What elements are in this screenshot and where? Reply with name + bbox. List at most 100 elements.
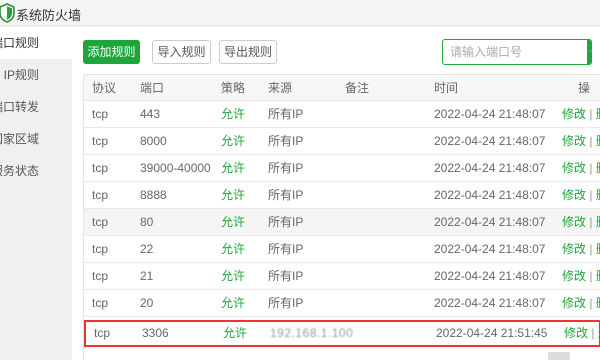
cell-source: 所有IP xyxy=(268,134,304,148)
sidebar-item-port-forward[interactable]: 端口转发 xyxy=(0,91,72,123)
cell-port: 22 xyxy=(140,242,154,256)
cell-port: 20 xyxy=(140,296,154,310)
add-rule-button[interactable]: 添加规则 xyxy=(83,40,140,64)
title-bar: 系统防火墙 xyxy=(0,0,600,26)
header-protocol: 协议 xyxy=(92,81,117,95)
delete-link[interactable]: 删 xyxy=(596,269,600,283)
cell-policy: 允许 xyxy=(221,215,246,229)
cell-source-redacted: 192.168.1.100 xyxy=(270,326,354,340)
edit-link[interactable]: 修改 xyxy=(562,134,586,148)
cell-protocol: tcp xyxy=(92,242,109,256)
edit-link[interactable]: 修改 xyxy=(564,326,588,340)
ops-separator: | xyxy=(589,296,593,310)
cell-time: 2022-04-24 21:48:07 xyxy=(434,242,546,256)
cell-port: 8888 xyxy=(140,188,167,202)
header-operations: 操 xyxy=(578,81,591,95)
cell-protocol: tcp xyxy=(92,296,109,310)
cell-operations: 修改 | 删 xyxy=(562,128,600,155)
sidebar-item-service-status[interactable]: 服务状态 xyxy=(0,155,72,187)
cell-time: 2022-04-24 21:48:07 xyxy=(434,215,546,229)
rules-table: 协议 端口 策略 来源 备注 时间 操 tcp 443 允许 所有IP 2022… xyxy=(83,74,600,360)
export-rules-button[interactable]: 导出规则 xyxy=(219,40,277,64)
cell-protocol: tcp xyxy=(92,107,109,121)
cell-operations: 修改 | 删 xyxy=(562,155,600,182)
table-header: 协议 端口 策略 来源 备注 时间 操 xyxy=(84,75,600,101)
table-row: tcp 22 允许 所有IP 2022-04-24 21:48:07 修改 | … xyxy=(84,236,600,263)
search-icon xyxy=(590,49,591,53)
cell-protocol: tcp xyxy=(92,188,109,202)
cell-port: 8000 xyxy=(140,134,167,148)
edit-link[interactable]: 修改 xyxy=(562,242,586,256)
edit-link[interactable]: 修改 xyxy=(562,296,586,310)
cell-policy: 允许 xyxy=(221,269,246,283)
cell-port: 21 xyxy=(140,269,154,283)
edit-link[interactable]: 修改 xyxy=(562,107,586,121)
delete-link[interactable]: 删 xyxy=(596,188,600,202)
cell-source: 所有IP xyxy=(268,215,304,229)
delete-link[interactable]: 删 xyxy=(596,215,600,229)
table-row: tcp 443 允许 所有IP 2022-04-24 21:48:07 修改 |… xyxy=(84,101,600,128)
cell-time: 2022-04-24 21:48:07 xyxy=(434,269,546,283)
cell-time: 2022-04-24 21:48:07 xyxy=(434,188,546,202)
sidebar-item-port-rules[interactable]: 端口规则 xyxy=(0,27,72,59)
shield-icon xyxy=(0,3,15,23)
cell-source: 所有IP xyxy=(268,269,304,283)
cell-port: 3306 xyxy=(142,326,169,340)
cell-source: 所有IP xyxy=(268,161,304,175)
cell-policy: 允许 xyxy=(223,326,248,340)
edit-link[interactable]: 修改 xyxy=(562,161,586,175)
cell-policy: 允许 xyxy=(221,242,246,256)
main-panel: 添加规则 导入规则 导出规则 协议 端口 策略 来源 备注 时间 操 tcp 4… xyxy=(72,27,600,360)
cell-protocol: tcp xyxy=(92,215,109,229)
table-row-highlighted: tcp 3306 允许 192.168.1.100 2022-04-24 21:… xyxy=(84,320,600,347)
cell-protocol: tcp xyxy=(92,161,109,175)
search-box xyxy=(442,39,592,65)
header-note: 备注 xyxy=(345,81,370,95)
search-button[interactable] xyxy=(587,40,591,64)
cell-time: 2022-04-24 21:51:45 xyxy=(436,326,548,340)
cell-operations: 修改 | 删 xyxy=(562,209,600,236)
sidebar-item-label: 端口转发 xyxy=(0,100,39,114)
cell-source: 所有IP xyxy=(268,188,304,202)
edit-link[interactable]: 修改 xyxy=(562,215,586,229)
cell-time: 2022-04-24 21:48:07 xyxy=(434,134,546,148)
cell-operations: 修改 | 删 xyxy=(564,322,600,345)
table-row: tcp 20 允许 所有IP 2022-04-24 21:48:07 修改 | … xyxy=(84,290,600,317)
cell-policy: 允许 xyxy=(221,161,246,175)
ops-separator: | xyxy=(589,188,593,202)
cell-policy: 允许 xyxy=(221,188,246,202)
cell-policy: 允许 xyxy=(221,296,246,310)
delete-link[interactable]: 删 xyxy=(596,161,600,175)
delete-link[interactable]: 删 xyxy=(596,107,600,121)
sidebar-item-label: 国家区域 xyxy=(0,132,39,146)
cell-time: 2022-04-24 21:48:07 xyxy=(434,107,546,121)
table-row: tcp 80 允许 所有IP 2022-04-24 21:48:07 修改 | … xyxy=(84,209,600,236)
edit-link[interactable]: 修改 xyxy=(562,188,586,202)
delete-link[interactable]: 删 xyxy=(596,296,600,310)
delete-link[interactable]: 删 xyxy=(596,242,600,256)
cell-policy: 允许 xyxy=(221,134,246,148)
ops-separator: | xyxy=(589,242,593,256)
search-input[interactable] xyxy=(443,40,587,64)
ops-separator: | xyxy=(589,215,593,229)
import-rules-button[interactable]: 导入规则 xyxy=(152,40,211,64)
horizontal-scrollbar-thumb[interactable] xyxy=(548,352,570,360)
sidebar: 端口规则 IP规则 端口转发 国家区域 服务状态 xyxy=(0,27,72,360)
cell-source: 所有IP xyxy=(268,107,304,121)
delete-link[interactable]: 删 xyxy=(596,134,600,148)
cell-port: 39000-40000 xyxy=(140,161,211,175)
sidebar-item-label: 服务状态 xyxy=(0,164,39,178)
sidebar-item-label: IP规则 xyxy=(3,68,39,82)
cell-source: 所有IP xyxy=(268,242,304,256)
cell-operations: 修改 | 删 xyxy=(562,182,600,209)
cell-operations: 修改 | 删 xyxy=(562,290,600,317)
cell-operations: 修改 | 删 xyxy=(562,236,600,263)
cell-source: 所有IP xyxy=(268,296,304,310)
sidebar-item-country-region[interactable]: 国家区域 xyxy=(0,123,72,155)
sidebar-item-ip-rules[interactable]: IP规则 xyxy=(0,59,72,91)
table-row: tcp 8888 允许 所有IP 2022-04-24 21:48:07 修改 … xyxy=(84,182,600,209)
ops-separator: | xyxy=(591,326,595,340)
cell-port: 80 xyxy=(140,215,154,229)
edit-link[interactable]: 修改 xyxy=(562,269,586,283)
cell-operations: 修改 | 删 xyxy=(562,263,600,290)
